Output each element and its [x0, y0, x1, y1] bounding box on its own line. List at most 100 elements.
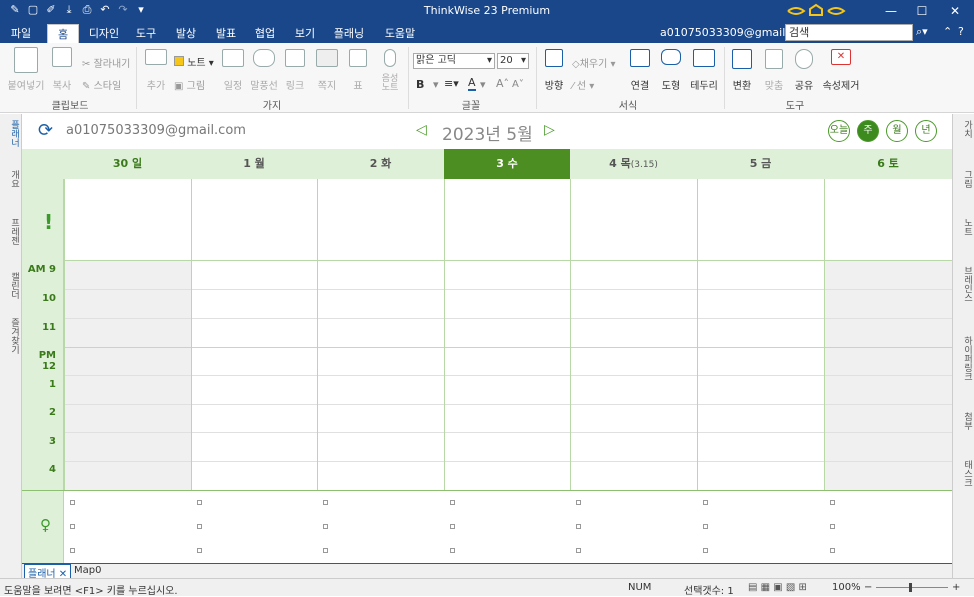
- right-tab-value[interactable]: 가치: [956, 120, 972, 138]
- fill-button[interactable]: ◇채우기 ▾: [572, 55, 616, 70]
- picture-button[interactable]: ▣ 그림: [174, 77, 205, 92]
- week-view-button[interactable]: 주: [857, 120, 879, 142]
- copy-button[interactable]: 복사: [48, 47, 76, 92]
- align-icon[interactable]: ≡▾: [444, 77, 459, 90]
- all-day-row[interactable]: [64, 179, 952, 261]
- style-button[interactable]: ✎ 스타일: [82, 77, 121, 92]
- close-button[interactable]: ✕: [940, 2, 970, 20]
- day-header[interactable]: 30 일: [64, 149, 191, 179]
- tab-presentation[interactable]: 발표: [210, 24, 242, 43]
- idea-checkbox[interactable]: [703, 500, 708, 505]
- tab-view[interactable]: 보기: [289, 24, 321, 43]
- idea-checkbox[interactable]: [576, 524, 581, 529]
- idea-checkbox[interactable]: [70, 548, 75, 553]
- today-button[interactable]: 오늘: [828, 120, 850, 142]
- search-icon[interactable]: ⌕▾: [916, 25, 928, 39]
- day-header[interactable]: 4 목(3.15): [570, 149, 697, 179]
- paste-button[interactable]: 붙여넣기: [6, 47, 46, 92]
- convert-button[interactable]: 변환: [730, 49, 754, 92]
- ribbon-collapse-icon[interactable]: ⌃: [943, 25, 952, 38]
- day-header[interactable]: 2 화: [317, 149, 444, 179]
- month-view-button[interactable]: 월: [886, 120, 908, 142]
- idea-checkbox[interactable]: [576, 500, 581, 505]
- share-button[interactable]: 공유: [792, 49, 816, 92]
- tab-collaboration[interactable]: 협업: [249, 24, 281, 43]
- view-mode-icons[interactable]: ▤ ▦ ▣ ▧ ⊞: [748, 582, 807, 593]
- idea-checkbox[interactable]: [703, 548, 708, 553]
- connect-button[interactable]: 연결: [628, 49, 652, 92]
- font-name-select[interactable]: 맑은 고딕 ▾: [413, 53, 495, 69]
- idea-checkbox[interactable]: [323, 548, 328, 553]
- idea-checkbox[interactable]: [830, 524, 835, 529]
- memo-button[interactable]: 쪽지: [313, 49, 341, 92]
- tab-tools[interactable]: 도구: [130, 24, 162, 43]
- idea-checkbox[interactable]: [450, 500, 455, 505]
- cut-button[interactable]: ✂ 잘라내기: [82, 55, 130, 70]
- tab-file[interactable]: 파일: [4, 24, 38, 43]
- idea-checkbox[interactable]: [450, 548, 455, 553]
- help-icon[interactable]: ?: [958, 25, 964, 38]
- left-tab-favorites[interactable]: 즐겨찾기: [3, 318, 19, 354]
- table-button[interactable]: 표: [346, 49, 370, 92]
- shrink-font-icon[interactable]: A˅: [512, 79, 524, 90]
- tab-home[interactable]: 홈: [47, 24, 79, 43]
- day-header[interactable]: 1 월: [191, 149, 317, 179]
- bold-button[interactable]: B: [416, 78, 424, 91]
- minimize-button[interactable]: —: [876, 2, 906, 20]
- left-tab-presentation[interactable]: 프레젠: [3, 218, 19, 245]
- link-button[interactable]: 링크: [283, 49, 307, 92]
- prev-week-button[interactable]: ◁: [416, 122, 427, 138]
- voice-note-button[interactable]: 음성 노트: [377, 49, 403, 93]
- day-header[interactable]: 5 금: [697, 149, 824, 179]
- sync-icon[interactable]: ⟳: [38, 120, 53, 141]
- schedule-button[interactable]: 일정: [221, 49, 245, 92]
- zoom-slider[interactable]: [876, 587, 948, 588]
- idea-checkbox[interactable]: [197, 548, 202, 553]
- left-tab-calendar[interactable]: 캘린더: [3, 272, 19, 299]
- tab-planning[interactable]: 플래닝: [328, 24, 370, 43]
- idea-checkbox[interactable]: [70, 500, 75, 505]
- maximize-button[interactable]: ☐: [907, 2, 937, 20]
- idea-checkbox[interactable]: [70, 524, 75, 529]
- idea-checkbox[interactable]: [576, 548, 581, 553]
- next-week-button[interactable]: ▷: [544, 122, 555, 138]
- balloon-button[interactable]: 말풍선: [250, 49, 278, 92]
- right-tab-task[interactable]: 태스크: [956, 460, 972, 487]
- right-tab-attachment[interactable]: 첨부: [956, 412, 972, 430]
- shape-button[interactable]: 도형: [659, 49, 683, 92]
- search-input[interactable]: 검색: [785, 24, 913, 41]
- chevron-down-icon[interactable]: ▾: [480, 78, 486, 91]
- clear-props-button[interactable]: ✕ 속성제거: [820, 49, 862, 92]
- left-tab-outline[interactable]: 개요: [3, 170, 19, 188]
- fit-button[interactable]: 맞춤: [762, 49, 786, 92]
- right-tab-hyperlink[interactable]: 하이퍼링크: [956, 336, 972, 381]
- zoom-slider-thumb[interactable]: [909, 583, 912, 592]
- idea-checkbox[interactable]: [197, 524, 202, 529]
- idea-checkbox[interactable]: [323, 524, 328, 529]
- font-color-button[interactable]: A: [468, 76, 476, 91]
- day-header-today[interactable]: 3 수: [444, 149, 570, 179]
- day-header[interactable]: 6 토: [824, 149, 952, 179]
- direction-button[interactable]: 방향: [542, 49, 566, 92]
- idea-checkbox[interactable]: [450, 524, 455, 529]
- idea-checkbox[interactable]: [703, 524, 708, 529]
- right-tab-note[interactable]: 노트: [956, 218, 972, 236]
- tab-help[interactable]: 도움말: [380, 24, 420, 43]
- year-view-button[interactable]: 년: [915, 120, 937, 142]
- tab-ideation[interactable]: 발상: [170, 24, 202, 43]
- grow-font-icon[interactable]: A˄: [496, 77, 509, 90]
- border-button[interactable]: 테두리: [689, 49, 719, 92]
- right-tab-brainstorm[interactable]: 브레인스: [956, 266, 972, 302]
- idea-checkbox[interactable]: [830, 548, 835, 553]
- doc-tab-map[interactable]: Map0: [74, 565, 101, 576]
- right-tab-picture[interactable]: 그림: [956, 170, 972, 188]
- tab-design[interactable]: 디자인: [84, 24, 124, 43]
- zoom-in-button[interactable]: +: [952, 582, 960, 593]
- idea-checkbox[interactable]: [197, 500, 202, 505]
- zoom-out-button[interactable]: −: [864, 582, 872, 593]
- line-button[interactable]: ⁄ 선 ▾: [572, 77, 594, 92]
- note-button[interactable]: 노트 ▾: [174, 54, 214, 69]
- left-tab-planner[interactable]: 플래너: [3, 120, 19, 147]
- add-button[interactable]: 추가: [143, 49, 169, 92]
- font-size-select[interactable]: 20 ▾: [497, 53, 529, 69]
